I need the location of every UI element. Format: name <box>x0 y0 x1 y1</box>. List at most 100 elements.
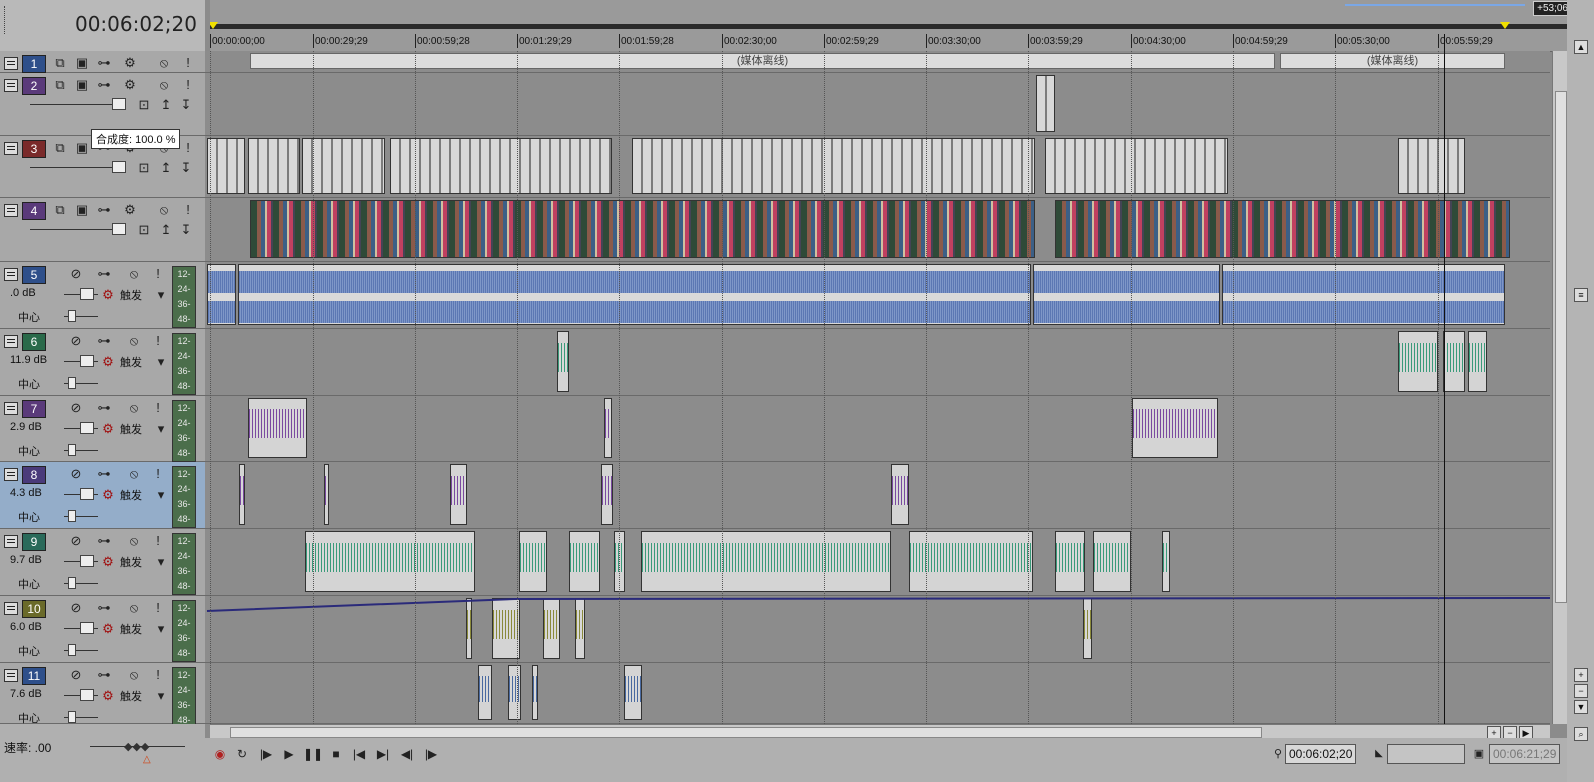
end-time-field[interactable]: 00:06:21;29 <box>1489 744 1561 764</box>
audio-clip[interactable] <box>532 665 538 720</box>
zoom-tool-icon[interactable]: ⌕ <box>1574 727 1588 741</box>
volume-slider-knob[interactable] <box>80 488 94 500</box>
collapse-track-icon[interactable] <box>4 669 18 682</box>
gear-icon[interactable]: ⚙ <box>122 55 138 71</box>
trigger-dropdown-icon[interactable]: ▾ <box>153 621 169 637</box>
solo-icon[interactable]: ! <box>180 55 196 71</box>
media-offline-clip[interactable]: (媒体离线) <box>250 53 1275 69</box>
phase-icon[interactable]: ⊘ <box>68 466 84 482</box>
audio-clip[interactable] <box>1468 331 1487 392</box>
volume-slider-knob[interactable] <box>80 555 94 567</box>
volume-slider-knob[interactable] <box>80 288 94 300</box>
solo-icon[interactable]: ! <box>150 600 166 616</box>
selection-length-field[interactable] <box>1387 744 1465 764</box>
audio-clip[interactable] <box>601 464 613 525</box>
composite-icon[interactable]: ⊶ <box>96 77 112 93</box>
solo-icon[interactable]: ! <box>150 333 166 349</box>
loop-icon[interactable]: ↻ <box>233 745 251 763</box>
mute-icon[interactable]: ⦸ <box>126 667 142 683</box>
solo-icon[interactable]: ! <box>180 140 196 156</box>
audio-clip[interactable] <box>557 331 569 392</box>
composite-icon[interactable]: ⊶ <box>96 55 112 71</box>
video-clip[interactable] <box>207 138 245 194</box>
audio-clip[interactable] <box>1162 531 1170 592</box>
pan-slider-knob[interactable] <box>68 644 76 656</box>
compositing-mode-icon[interactable]: ⊡ <box>136 222 152 238</box>
phase-icon[interactable]: ⊘ <box>68 400 84 416</box>
mute-icon[interactable]: ⦸ <box>126 266 142 282</box>
audio-clip[interactable] <box>1398 331 1438 392</box>
audio-clip[interactable] <box>1033 264 1220 325</box>
fx-gear-icon[interactable]: ⚙ <box>100 621 116 637</box>
parent-up-icon[interactable]: ↥ <box>158 160 174 176</box>
mute-icon[interactable]: ⦸ <box>126 533 142 549</box>
record-icon[interactable]: ◉ <box>211 745 229 763</box>
audio-clip[interactable] <box>1093 531 1131 592</box>
audio-clip[interactable] <box>624 665 642 720</box>
solo-icon[interactable]: ! <box>180 202 196 218</box>
opacity-slider-knob[interactable] <box>112 98 126 110</box>
opacity-slider-track[interactable] <box>30 167 120 168</box>
route-icon[interactable]: ⊶ <box>96 466 112 482</box>
trigger-dropdown-icon[interactable]: ▾ <box>153 354 169 370</box>
pan-slider-knob[interactable] <box>68 377 76 389</box>
audio-clip[interactable] <box>569 531 600 592</box>
video-clip[interactable] <box>1045 138 1228 194</box>
media-offline-clip[interactable]: (媒体离线) <box>1280 53 1505 69</box>
cursor-time-field[interactable]: 00:06:02;20 <box>1285 744 1357 764</box>
loop-end-marker-icon[interactable] <box>1500 22 1510 29</box>
audio-clip[interactable] <box>604 398 612 458</box>
volume-envelope[interactable] <box>205 596 1550 616</box>
collapse-track-icon[interactable] <box>4 602 18 615</box>
track-header-8[interactable]: 8 ⊘ ⊶ ⦸! 4.3 dB 中心 ⚙ 触发 ▾ 12- 24- 36- 48- <box>0 462 205 529</box>
solo-icon[interactable]: ! <box>150 466 166 482</box>
frame-back-icon[interactable]: ◀| <box>398 745 416 763</box>
zoom-out-icon[interactable]: − <box>1574 684 1588 698</box>
phase-icon[interactable]: ⊘ <box>68 533 84 549</box>
play-icon[interactable]: ▶ <box>280 745 298 763</box>
fx-icon[interactable]: ▣ <box>74 55 90 71</box>
audio-clip[interactable] <box>641 531 891 592</box>
mute-icon[interactable]: ⦸ <box>126 333 142 349</box>
pan-slider-knob[interactable] <box>68 510 76 522</box>
audio-clip[interactable] <box>1443 331 1465 392</box>
audio-clip[interactable] <box>305 531 475 592</box>
trigger-dropdown-icon[interactable]: ▾ <box>153 287 169 303</box>
track-header-7[interactable]: 7 ⊘ ⊶ ⦸! 2.9 dB 中心 ⚙ 触发 ▾ 12- 24- 36- 48- <box>0 396 205 462</box>
fx-gear-icon[interactable]: ⚙ <box>100 487 116 503</box>
solo-icon[interactable]: ! <box>150 400 166 416</box>
time-ruler[interactable]: 00:00:00;00 00:00:29;29 00:00:59;28 00:01:2… <box>210 0 1575 52</box>
opacity-slider-track[interactable] <box>30 229 120 230</box>
track-header-9[interactable]: 9 ⊘ ⊶ ⦸! 9.7 dB 中心 ⚙ 触发 ▾ 12- 24- 36- 48- <box>0 529 205 596</box>
mute-icon[interactable]: ⦸ <box>156 55 172 71</box>
horizontal-scroll-thumb[interactable] <box>230 727 1262 738</box>
audio-clip[interactable] <box>248 398 307 458</box>
track-header-2[interactable]: 2 ⧉ ▣ ⊶ ⚙ ⦸! ⊡ ↥ ↧ <box>0 73 205 136</box>
collapse-track-icon[interactable] <box>4 268 18 281</box>
fx-gear-icon[interactable]: ⚙ <box>100 421 116 437</box>
track-header-4[interactable]: 4 ⧉ ▣ ⊶ ⚙ ⦸! ⊡ ↥ ↧ <box>0 198 205 262</box>
opacity-slider-track[interactable] <box>30 104 120 105</box>
track-lane-11[interactable] <box>205 663 1550 724</box>
collapse-track-icon[interactable] <box>4 79 18 92</box>
audio-clip[interactable] <box>508 665 521 720</box>
next-marker-icon[interactable]: ▶| <box>374 745 392 763</box>
drag-grip-icon[interactable] <box>4 6 8 34</box>
video-clip[interactable] <box>632 138 1035 194</box>
play-from-start-icon[interactable]: |▶ <box>257 745 275 763</box>
track-lane-3[interactable] <box>205 136 1550 198</box>
child-down-icon[interactable]: ↧ <box>178 97 194 113</box>
audio-clip[interactable] <box>1055 531 1085 592</box>
track-header-6[interactable]: 6 ⊘ ⊶ ⦸! 11.9 dB 中心 ⚙ 触发 ▾ 12- 24- 36- 48- <box>0 329 205 396</box>
fx-gear-icon[interactable]: ⚙ <box>100 688 116 704</box>
motion-icon[interactable]: ⧉ <box>52 77 68 93</box>
rate-slider-handle-icon[interactable]: ◆◆◆ <box>124 740 149 753</box>
pan-slider-knob[interactable] <box>68 711 76 723</box>
fx-gear-icon[interactable]: ⚙ <box>100 354 116 370</box>
horizontal-scrollbar[interactable]: + − ▶ <box>210 724 1550 740</box>
solo-icon[interactable]: ! <box>150 266 166 282</box>
track-header-10[interactable]: 10 ⊘ ⊶ ⦸! 6.0 dB 中心 ⚙ 触发 ▾ 12- 24- 36- 48- <box>0 596 205 663</box>
loop-start-marker-icon[interactable] <box>210 22 218 29</box>
route-icon[interactable]: ⊶ <box>96 600 112 616</box>
mute-icon[interactable]: ⦸ <box>156 77 172 93</box>
